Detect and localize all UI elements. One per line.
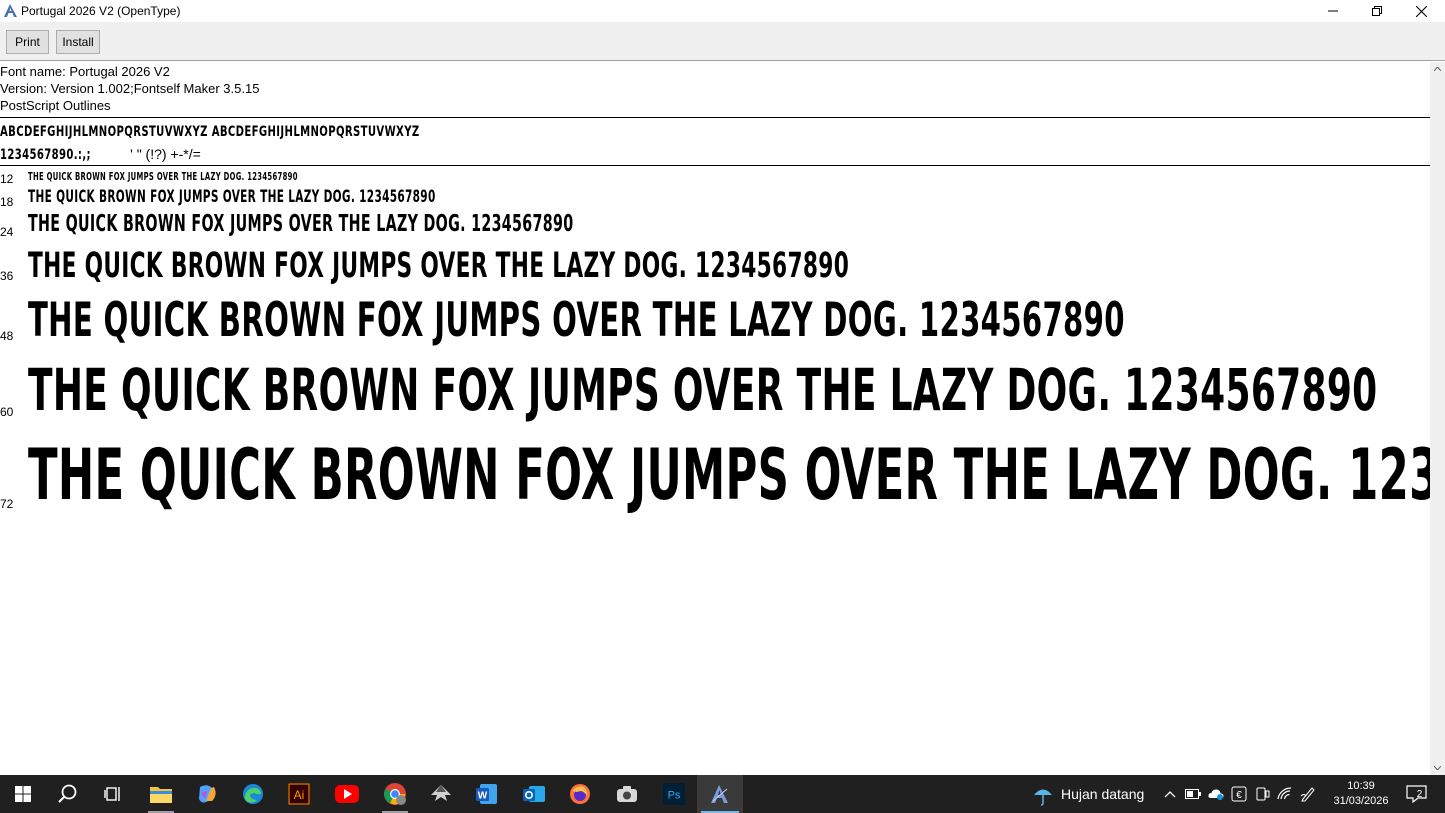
weather-rain-icon[interactable] — [1032, 784, 1054, 806]
inkscape-icon[interactable] — [418, 775, 464, 813]
taskbar: Ai W Ps Hujan datang € 10:39 31/03/2026 … — [0, 775, 1445, 813]
sample-text: THE QUICK BROWN FOX JUMPS OVER THE LAZY … — [28, 356, 1378, 424]
device-icon[interactable] — [1254, 786, 1270, 802]
scroll-down-arrow-icon[interactable] — [1430, 761, 1445, 775]
sample-text: THE QUICK BROWN FOX JUMPS OVER THE LAZY … — [28, 246, 850, 286]
size-label: 60 — [0, 405, 14, 419]
install-button[interactable]: Install — [56, 30, 100, 54]
vertical-scrollbar[interactable] — [1430, 62, 1445, 775]
illustrator-label: Ai — [294, 788, 305, 802]
youtube-icon[interactable] — [324, 775, 370, 813]
notifications-icon[interactable]: 2 — [1406, 785, 1428, 803]
svg-text:€: € — [1236, 790, 1242, 801]
size-label: 48 — [0, 329, 14, 343]
pen-icon[interactable] — [1300, 786, 1316, 802]
print-button[interactable]: Print — [6, 30, 49, 54]
notification-count: 2 — [1417, 789, 1423, 800]
charset-digits: 1234567890.:,; — [0, 147, 91, 163]
divider — [0, 117, 1430, 118]
sample-text: THE QUICK BROWN FOX JUMPS OVER THE LAZY … — [28, 434, 1430, 516]
weather-text[interactable]: Hujan datang — [1061, 786, 1144, 802]
window-title: Portugal 2026 V2 (OpenType) — [21, 4, 181, 18]
scroll-up-arrow-icon[interactable] — [1430, 62, 1445, 76]
sample-text: THE QUICK BROWN FOX JUMPS OVER THE LAZY … — [28, 187, 436, 207]
chrome-icon[interactable] — [372, 775, 418, 813]
clock[interactable]: 10:39 31/03/2026 — [1330, 779, 1392, 809]
firefox-icon[interactable] — [557, 775, 603, 813]
wifi-icon[interactable] — [1277, 786, 1293, 802]
photoshop-icon[interactable]: Ps — [651, 775, 697, 813]
sample-text: THE QUICK BROWN FOX JUMPS OVER THE LAZY … — [28, 170, 298, 183]
word-icon[interactable]: W — [464, 775, 510, 813]
charset-letters: ABCDEFGHIJHLMNOPQRSTUVWXYZ ABCDEFGHIJHLM… — [0, 124, 420, 140]
sample-text: THE QUICK BROWN FOX JUMPS OVER THE LAZY … — [28, 211, 574, 237]
font-viewer-icon[interactable] — [697, 775, 743, 813]
file-explorer-icon[interactable] — [138, 775, 184, 813]
edge-icon[interactable] — [230, 775, 276, 813]
close-button[interactable] — [1399, 0, 1443, 22]
onedrive-icon[interactable] — [1208, 786, 1224, 802]
security-center-icon[interactable]: € — [1231, 786, 1247, 802]
illustrator-icon[interactable]: Ai — [276, 775, 322, 813]
size-label: 72 — [0, 497, 14, 511]
title-bar: Portugal 2026 V2 (OpenType) — [0, 0, 1445, 22]
clock-date: 31/03/2026 — [1333, 795, 1389, 807]
battery-icon[interactable] — [1185, 786, 1201, 802]
font-name-line: Font name: Portugal 2026 V2 — [0, 64, 170, 79]
font-version-line: Version: Version 1.002;Fontself Maker 3.… — [0, 81, 260, 96]
font-outlines-line: PostScript Outlines — [0, 98, 111, 113]
photoshop-label: Ps — [668, 790, 681, 802]
size-label: 24 — [0, 225, 14, 239]
clock-time: 10:39 — [1347, 780, 1375, 792]
size-label: 36 — [0, 269, 14, 283]
minimize-button[interactable] — [1311, 0, 1355, 22]
word-label: W — [478, 791, 488, 802]
font-viewer-app-icon — [3, 3, 18, 18]
font-preview-area: Font name: Portugal 2026 V2 Version: Ver… — [0, 62, 1430, 775]
chevron-up-icon[interactable] — [1162, 786, 1178, 802]
sample-text: THE QUICK BROWN FOX JUMPS OVER THE LAZY … — [28, 293, 1125, 348]
restore-button[interactable] — [1355, 0, 1399, 22]
start-icon[interactable] — [0, 775, 46, 813]
search-icon[interactable] — [45, 775, 91, 813]
toolbar: Print Install — [0, 22, 1445, 61]
divider — [0, 165, 1430, 166]
camera-app-icon[interactable] — [604, 775, 650, 813]
size-label: 12 — [0, 172, 14, 186]
copilot-icon[interactable] — [184, 775, 230, 813]
charset-symbols: ' " (!?) +-*/= — [126, 146, 201, 162]
outlook-icon[interactable] — [511, 775, 557, 813]
size-label: 18 — [0, 195, 14, 209]
task-view-icon[interactable] — [90, 775, 136, 813]
charset-digits-symbols: 1234567890.:,; ' " (!?) +-*/= — [0, 146, 201, 163]
